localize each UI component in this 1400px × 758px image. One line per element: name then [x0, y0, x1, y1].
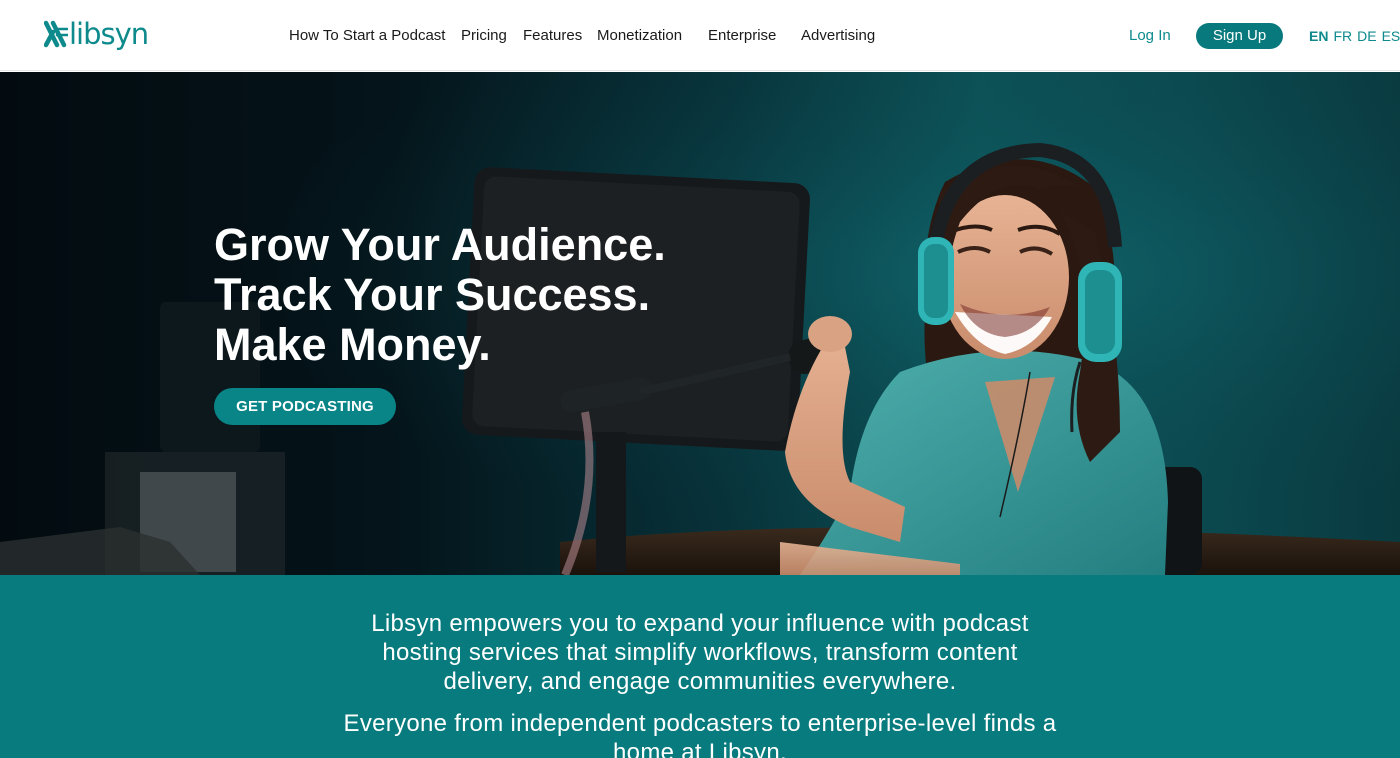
hero-section: Grow Your Audience. Track Your Success. … [0, 72, 1400, 575]
hero-headline: Grow Your Audience. Track Your Success. … [214, 220, 666, 370]
lang-de[interactable]: DE [1357, 26, 1376, 46]
intro-section: Libsyn empowers you to expand your influ… [0, 575, 1400, 758]
nav-item-features[interactable]: Features [523, 26, 582, 46]
nav-item-enterprise[interactable]: Enterprise [708, 26, 776, 46]
lang-es[interactable]: ES [1382, 26, 1400, 46]
nav-item-advertising[interactable]: Advertising [801, 26, 875, 46]
audience-paragraph: Everyone from independent podcasters to … [343, 710, 1057, 758]
hero-line-2: Track Your Success. [214, 269, 651, 320]
nav-item-how-to-start[interactable]: How To Start a Podcast [289, 26, 445, 46]
lang-en[interactable]: EN [1309, 26, 1328, 46]
site-header: libsyn How To Start a Podcast Pricing Fe… [0, 0, 1400, 71]
lang-fr[interactable]: FR [1333, 26, 1352, 46]
nav-item-monetization[interactable]: Monetization [597, 26, 682, 46]
get-podcasting-button[interactable]: GET PODCASTING [214, 388, 396, 425]
signup-button[interactable]: Sign Up [1196, 23, 1283, 49]
hero-line-1: Grow Your Audience. [214, 219, 666, 270]
logo-wordmark: libsyn [69, 16, 149, 51]
intro-paragraph: Libsyn empowers you to expand your influ… [371, 610, 1029, 695]
login-link[interactable]: Log In [1129, 26, 1171, 46]
language-switcher: EN FR DE ES [1309, 26, 1400, 46]
hero-podcaster-image [0, 72, 1400, 575]
libsyn-logo-mark-icon [44, 20, 68, 48]
nav-item-pricing[interactable]: Pricing [461, 26, 507, 46]
libsyn-logo[interactable]: libsyn [44, 16, 149, 51]
hero-line-3: Make Money. [214, 319, 491, 370]
